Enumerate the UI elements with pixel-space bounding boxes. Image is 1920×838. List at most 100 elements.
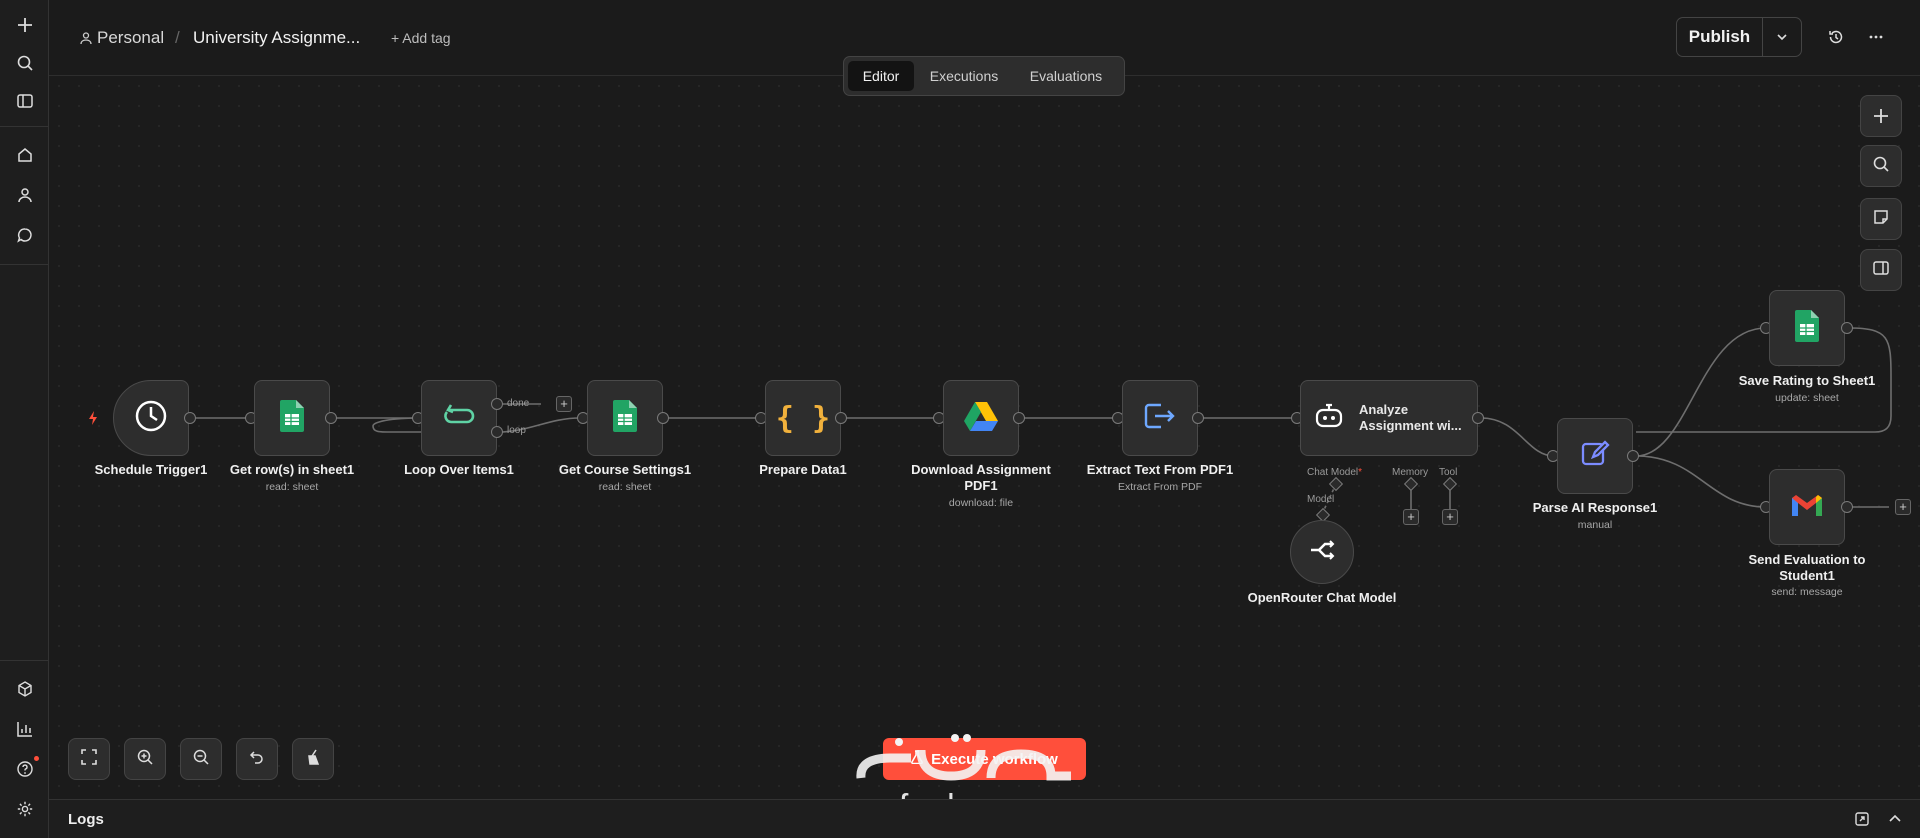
google-sheets-icon (280, 399, 304, 437)
broom-icon (304, 748, 322, 771)
node-subtitle: send: message (1771, 586, 1843, 598)
node-schedule-trigger[interactable] (113, 380, 189, 456)
zoom-in-button[interactable] (124, 738, 166, 780)
add-node-button[interactable]: + (556, 396, 572, 412)
chevron-up-icon[interactable] (1887, 811, 1903, 832)
add-node-button[interactable] (1860, 95, 1902, 137)
popout-icon[interactable] (1854, 811, 1870, 832)
flask-icon (911, 750, 924, 768)
robot-icon (1313, 400, 1345, 437)
help-icon[interactable] (12, 756, 39, 782)
toggle-panel-button[interactable] (1860, 249, 1902, 291)
output-port[interactable] (184, 412, 196, 424)
add-memory-button[interactable]: + (1403, 509, 1419, 525)
file-export-icon (1143, 401, 1177, 436)
logs-label: Logs (68, 811, 104, 828)
node-subtitle: download: file (948, 497, 1014, 509)
sticky-note-button[interactable] (1860, 198, 1902, 240)
chevron-down-icon[interactable] (1763, 18, 1801, 56)
openrouter-icon (1309, 539, 1335, 565)
node-send-evaluation[interactable] (1769, 469, 1845, 545)
user-icon (79, 31, 93, 50)
search-icon[interactable] (12, 50, 38, 76)
gmail-icon (1790, 492, 1824, 523)
output-port[interactable] (835, 412, 847, 424)
cube-icon[interactable] (12, 676, 38, 702)
tool-port-label: Tool (1439, 467, 1458, 478)
google-sheets-icon (613, 399, 637, 437)
search-nodes-button[interactable] (1860, 145, 1902, 187)
settings-icon[interactable] (12, 796, 38, 822)
search-icon (1872, 155, 1890, 178)
node-label: Parse AI Response1 (1532, 500, 1658, 515)
publish-split-button: Publish (1676, 17, 1802, 57)
node-parse-ai-response[interactable] (1557, 418, 1633, 494)
output-port[interactable] (657, 412, 669, 424)
undo-icon (248, 748, 266, 771)
output-port[interactable] (1192, 412, 1204, 424)
logs-panel[interactable]: Logs (49, 799, 1920, 838)
zoom-out-button[interactable] (180, 738, 222, 780)
output-port[interactable] (1841, 501, 1853, 513)
workflow-canvas[interactable]: Schedule Trigger1 Get row(s) in sheet1 r… (49, 76, 1920, 799)
panel-icon[interactable] (12, 88, 38, 114)
notification-dot (34, 756, 39, 761)
sticky-note-icon (1872, 208, 1890, 231)
node-loop-over-items[interactable] (421, 380, 497, 456)
publish-button[interactable]: Publish (1677, 18, 1763, 56)
fit-view-icon (80, 748, 98, 771)
workflow-title[interactable]: University Assignme... (193, 28, 360, 48)
breadcrumb-separator: / (175, 28, 180, 47)
node-subtitle: manual (1577, 519, 1613, 531)
node-download-assignment[interactable] (943, 380, 1019, 456)
output-port[interactable] (1627, 450, 1639, 462)
code-braces-icon: { } (775, 400, 831, 436)
add-tool-button[interactable]: + (1442, 509, 1458, 525)
node-subtitle: read: sheet (598, 481, 652, 493)
tab-executions[interactable]: Executions (914, 61, 1014, 91)
chart-icon[interactable] (12, 716, 38, 742)
node-prepare-data[interactable]: { } (765, 380, 841, 456)
plus-icon[interactable] (12, 12, 38, 38)
node-extract-text[interactable] (1122, 380, 1198, 456)
model-port-label: Model (1307, 494, 1335, 505)
history-icon[interactable] (1827, 28, 1845, 51)
node-save-rating[interactable] (1769, 290, 1845, 366)
tab-editor[interactable]: Editor (848, 61, 914, 91)
trigger-bolt-icon (87, 410, 99, 431)
output-port[interactable] (1841, 322, 1853, 334)
sidebar-divider (0, 126, 49, 127)
output-port[interactable] (1013, 412, 1025, 424)
add-node-button[interactable]: + (1895, 499, 1911, 515)
google-sheets-icon (1795, 309, 1819, 347)
tidy-up-button[interactable] (292, 738, 334, 780)
node-analyze-assignment[interactable]: Analyze Assignment wi... (1300, 380, 1478, 456)
breadcrumb-workspace[interactable]: Personal (97, 28, 164, 48)
undo-button[interactable] (236, 738, 278, 780)
node-get-rows[interactable] (254, 380, 330, 456)
chat-model-port-label: Chat Model* (1307, 467, 1363, 478)
node-openrouter-chat-model[interactable] (1290, 520, 1354, 584)
view-tabs: Editor Executions Evaluations (843, 56, 1125, 96)
node-subtitle: Extract From PDF (1117, 481, 1202, 493)
node-label: Get Course Settings1 (558, 462, 692, 477)
connection-line (1480, 417, 1555, 457)
chat-icon[interactable] (12, 222, 38, 248)
fit-view-button[interactable] (68, 738, 110, 780)
node-get-course-settings[interactable] (587, 380, 663, 456)
user-icon[interactable] (12, 182, 38, 208)
output-port-loop[interactable] (491, 426, 503, 438)
node-subtitle: update: sheet (1775, 392, 1839, 404)
more-options-icon[interactable] (1867, 28, 1885, 51)
execute-workflow-button[interactable]: Execute workflow (883, 738, 1086, 780)
node-label: Loop Over Items1 (404, 462, 514, 477)
output-port[interactable] (325, 412, 337, 424)
add-tag-button[interactable]: + Add tag (391, 30, 451, 46)
home-icon[interactable] (12, 142, 38, 168)
tab-evaluations[interactable]: Evaluations (1014, 61, 1118, 91)
node-label: Get row(s) in sheet1 (229, 462, 355, 477)
clock-icon (133, 398, 169, 439)
output-port[interactable] (1472, 412, 1484, 424)
node-label: Extract Text From PDF1 (1086, 462, 1234, 477)
output-port-done[interactable] (491, 398, 503, 410)
